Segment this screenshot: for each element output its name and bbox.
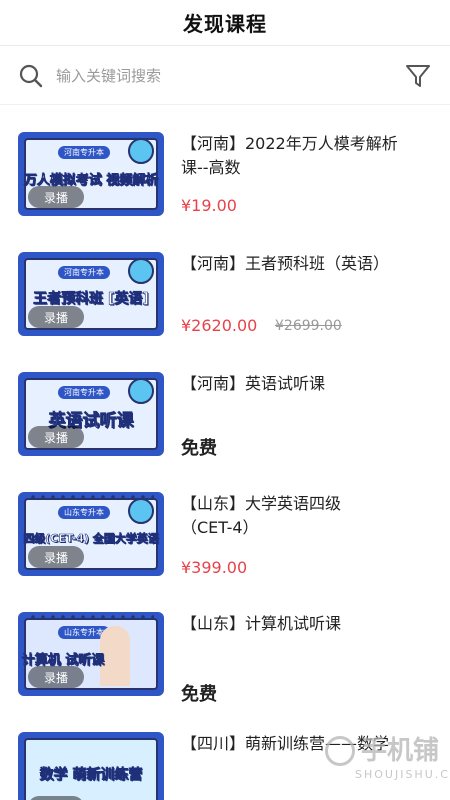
course-info: 【山东】计算机试听课 免费 [181, 612, 433, 705]
course-title-line2[interactable]: （CET-4） [181, 516, 433, 540]
recorded-badge: 录播 [28, 666, 84, 688]
course-info: 【四川】萌新训练营——数学 [181, 732, 433, 756]
search-input[interactable] [56, 61, 386, 91]
mascot-image [128, 258, 154, 284]
mascot-image [128, 138, 154, 164]
course-original-price: ¥2699.00 [275, 318, 342, 334]
recorded-badge: 录播 [28, 546, 84, 568]
search-bar [0, 47, 450, 105]
filter-icon[interactable] [404, 62, 432, 90]
page-title: 发现课程 [183, 12, 267, 36]
recorded-badge: 录播 [28, 796, 84, 800]
thumbnail-tag: 河南专升本 [58, 386, 110, 399]
course-thumbnail[interactable]: 河南专升本 王者预科班 [英语] 录播 [18, 252, 164, 336]
course-thumbnail[interactable]: 河南专升本 万人模拟考试 视频解析 录播 [18, 132, 164, 216]
thumbnail-caption: 数学 萌新训练营 [39, 767, 143, 784]
course-thumbnail[interactable]: 河南专升本 英语试听课 录播 [18, 372, 164, 456]
notebook-rings [28, 614, 154, 620]
course-thumbnail[interactable]: 数学 萌新训练营 录播 [18, 732, 164, 800]
thumbnail-tag: 河南专升本 [58, 266, 110, 279]
course-info: 【河南】2022年万人模考解析 课--高数 ¥19.00 [181, 132, 433, 215]
course-thumbnail[interactable]: 山东专升本 四级(CET-4) 全国大学英语 录播 [18, 492, 164, 576]
course-price: ¥19.00 [181, 196, 237, 215]
course-title[interactable]: 【河南】王者预科班（英语） [181, 252, 433, 276]
course-title[interactable]: 【四川】萌新训练营——数学 [181, 732, 433, 756]
recorded-badge: 录播 [28, 426, 84, 448]
thumbnail-tag: 河南专升本 [58, 146, 110, 159]
top-bar: 发现课程 [0, 0, 450, 46]
course-item[interactable]: 河南专升本 英语试听课 录播 【河南】英语试听课 免费 [0, 346, 450, 466]
course-free-label: 免费 [181, 684, 217, 705]
course-info: 【山东】大学英语四级 （CET-4） ¥399.00 [181, 492, 433, 577]
course-info: 【河南】王者预科班（英语） ¥2620.00 ¥2699.00 [181, 252, 433, 335]
course-price: ¥399.00 [181, 558, 248, 577]
course-item[interactable]: 河南专升本 万人模拟考试 视频解析 录播 【河南】2022年万人模考解析 课--… [0, 106, 450, 226]
course-title[interactable]: 【山东】大学英语四级 [181, 492, 433, 516]
course-title[interactable]: 【河南】2022年万人模考解析 [181, 132, 433, 156]
course-title-line2[interactable]: 课--高数 [181, 156, 433, 180]
recorded-badge: 录播 [28, 186, 84, 208]
course-title[interactable]: 【河南】英语试听课 [181, 372, 433, 396]
course-info: 【河南】英语试听课 免费 [181, 372, 433, 459]
recorded-badge: 录播 [28, 306, 84, 328]
course-item[interactable]: 山东专升本 计算机 试听课 录播 【山东】计算机试听课 免费 [0, 586, 450, 706]
course-thumbnail[interactable]: 山东专升本 计算机 试听课 录播 [18, 612, 164, 696]
course-free-label: 免费 [181, 438, 217, 459]
search-icon[interactable] [18, 63, 44, 89]
thumbnail-tag: 山东专升本 [58, 506, 110, 519]
course-price: ¥2620.00 [181, 316, 258, 335]
course-item[interactable]: 河南专升本 王者预科班 [英语] 录播 【河南】王者预科班（英语） ¥2620.… [0, 226, 450, 346]
teacher-photo [100, 626, 130, 686]
mascot-image [128, 378, 154, 404]
course-item[interactable]: 山东专升本 四级(CET-4) 全国大学英语 录播 【山东】大学英语四级 （CE… [0, 466, 450, 586]
course-title[interactable]: 【山东】计算机试听课 [181, 612, 433, 636]
course-item[interactable]: 数学 萌新训练营 录播 【四川】萌新训练营——数学 [0, 706, 450, 800]
mascot-image [128, 498, 154, 524]
